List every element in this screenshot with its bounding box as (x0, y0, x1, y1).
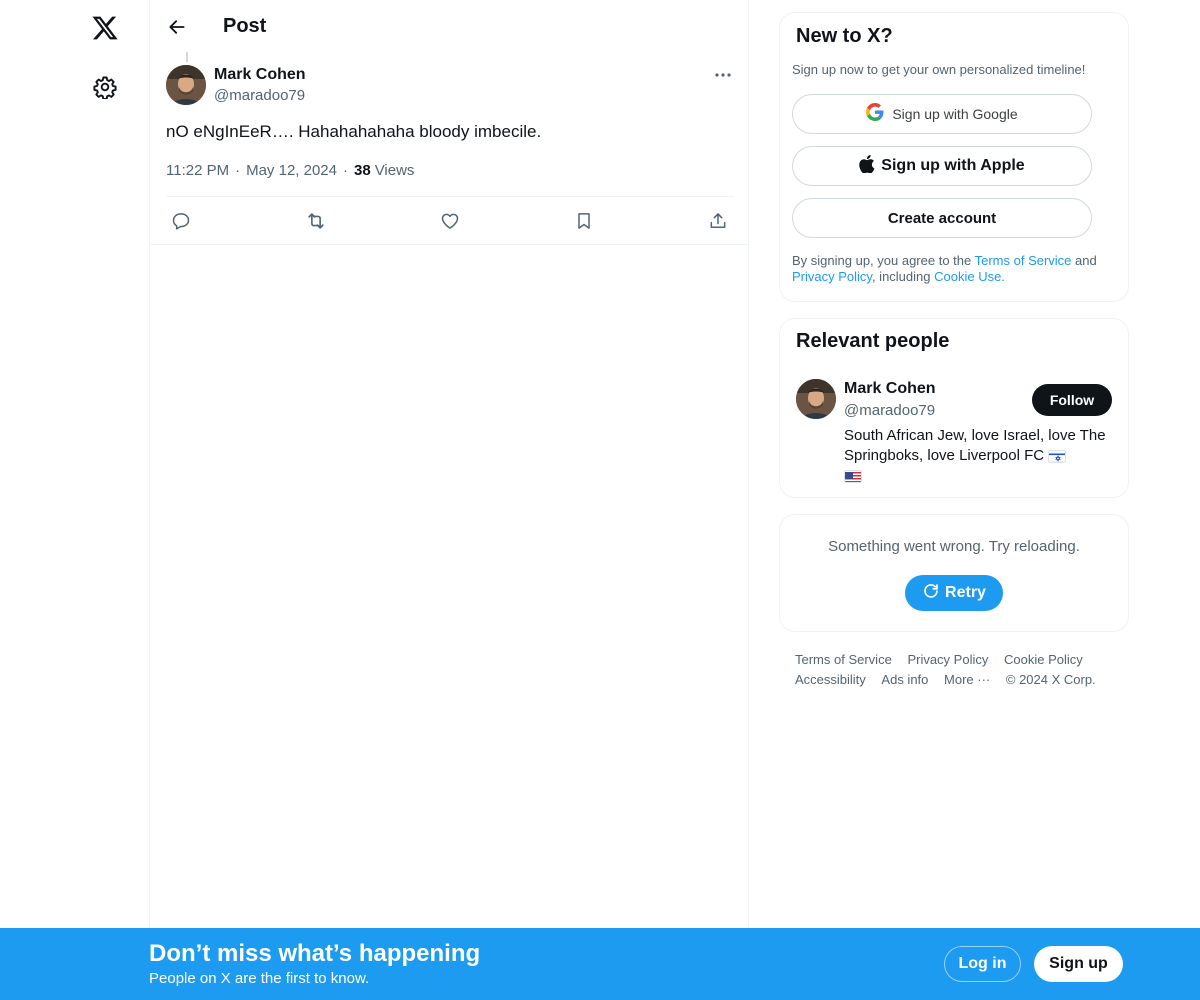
post-time[interactable]: 11:22 PM (166, 162, 229, 179)
cookie-use-link[interactable]: Cookie Use. (934, 269, 1005, 284)
post-text: nO eNgInEeR…. Hahahahahaha bloody imbeci… (166, 122, 542, 141)
signup-card-title: New to X? (796, 25, 893, 47)
page-title: Post (223, 15, 267, 37)
legal-and: and (1071, 253, 1097, 268)
person-handle[interactable]: @maradoo79 (844, 402, 935, 419)
post-date[interactable]: May 12, 2024 (246, 162, 337, 179)
signup-banner: Don’t miss what’s happening People on X … (0, 928, 1200, 1000)
israel-flag-icon (1048, 449, 1067, 463)
signup-card-subtitle: Sign up now to get your own personalized… (792, 62, 1086, 77)
separator-dot: · (235, 162, 241, 179)
repost-icon[interactable] (301, 206, 331, 236)
x-logo-icon[interactable] (82, 5, 128, 51)
author-name[interactable]: Mark Cohen (214, 66, 306, 84)
views-count: 38 (354, 162, 371, 179)
legal-including: , including (871, 269, 935, 284)
like-icon[interactable] (435, 206, 465, 236)
person-name[interactable]: Mark Cohen (844, 380, 936, 398)
bookmark-icon[interactable] (569, 206, 599, 236)
retry-button[interactable]: Retry (905, 575, 1003, 611)
divider (150, 244, 750, 245)
create-account-label: Create account (887, 209, 997, 227)
separator-dot: · (343, 162, 348, 179)
relevant-people-card: Relevant people Mark Cohen @maradoo79 Fo… (779, 318, 1129, 498)
error-message: Something went wrong. Try reloading. (828, 538, 1080, 555)
thread-line (186, 52, 188, 62)
sign-up-google-button[interactable]: Sign up with Google (792, 94, 1092, 134)
divider (166, 196, 734, 197)
retry-label: Retry (945, 584, 986, 601)
avatar[interactable] (796, 379, 836, 419)
footer-more-link[interactable]: More ··· (944, 670, 990, 690)
person-bio: South African Jew, love Israel, love The… (844, 426, 1114, 486)
footer-link[interactable]: Privacy Policy (907, 650, 988, 670)
gear-icon[interactable] (82, 64, 128, 110)
footer-links: Terms of Service Privacy Policy Cookie P… (795, 650, 1125, 690)
sign-up-apple-button[interactable]: Sign up with Apple (792, 146, 1092, 186)
author-handle[interactable]: @maradoo79 (214, 87, 305, 104)
error-card: Something went wrong. Try reloading. Ret… (779, 514, 1129, 632)
banner-title: Don’t miss what’s happening (149, 940, 481, 967)
apple-icon (859, 154, 875, 177)
sign-up-apple-label: Sign up with Apple (881, 157, 1025, 174)
copyright: © 2024 X Corp. (1005, 672, 1096, 687)
reply-icon[interactable] (166, 206, 196, 236)
legal-text: By signing up, you agree to the Terms of… (792, 253, 1117, 285)
left-nav (0, 0, 150, 1000)
sign-up-button[interactable]: Sign up (1034, 946, 1123, 982)
arrow-left-icon[interactable] (160, 10, 194, 44)
more-options-icon[interactable] (710, 64, 736, 86)
page-header: Post (150, 0, 750, 53)
main-column: Post Mark Cohen @maradoo79 nO eNgInEeR….… (149, 0, 750, 1000)
create-account-button[interactable]: Create account (792, 198, 1092, 238)
footer-link[interactable]: Accessibility (795, 670, 866, 690)
log-in-button[interactable]: Log in (944, 946, 1021, 982)
footer-link[interactable]: Cookie Policy (1004, 650, 1083, 670)
follow-button[interactable]: Follow (1032, 384, 1112, 416)
refresh-icon (922, 582, 940, 605)
legal-prefix: By signing up, you agree to the (792, 253, 975, 268)
views-label: Views (374, 162, 415, 179)
person-bio-text: South African Jew, love Israel, love The… (844, 427, 1106, 464)
terms-link[interactable]: Terms of Service (975, 253, 1072, 268)
privacy-link[interactable]: Privacy Policy (792, 269, 872, 284)
footer-link[interactable]: Terms of Service (795, 650, 892, 670)
us-flag-icon (844, 469, 862, 483)
sign-up-google-label: Sign up with Google (892, 106, 1018, 122)
post-meta: 11:22 PM · May 12, 2024 · 38 Views (166, 162, 414, 179)
banner-subtitle: People on X are the first to know. (149, 970, 370, 987)
avatar[interactable] (166, 65, 206, 105)
footer-link[interactable]: Ads info (881, 670, 928, 690)
share-icon[interactable] (703, 206, 733, 236)
relevant-people-title: Relevant people (796, 330, 950, 352)
signup-card: New to X? Sign up now to get your own pe… (779, 12, 1129, 302)
google-icon (866, 103, 884, 125)
